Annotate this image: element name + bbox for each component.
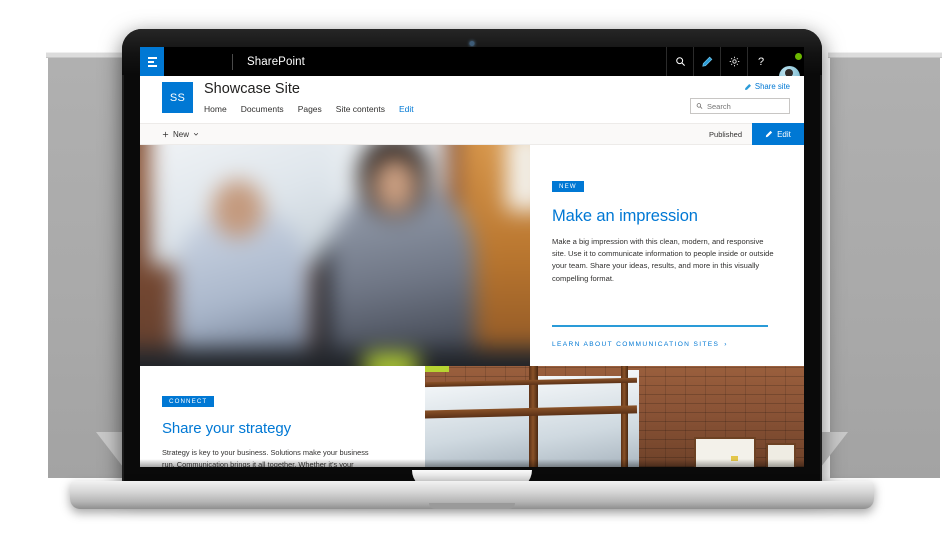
laptop-mockup-scene: SharePoint ? SS Showcase Site Home Docum…: [0, 0, 944, 553]
site-header: SS Showcase Site Home Documents Pages Si…: [140, 76, 804, 123]
new-button-label: New: [173, 129, 190, 139]
status-badge: Published: [709, 129, 742, 139]
webcam-icon: [469, 41, 475, 46]
hero-text-panel: NEW Make an impression Make a big impres…: [530, 145, 804, 366]
suite-brand-label[interactable]: SharePoint: [247, 56, 305, 68]
section-layer-green-accent: [425, 366, 449, 372]
share-icon: [744, 83, 751, 90]
share-site-label: Share site: [754, 82, 790, 91]
search-icon[interactable]: [666, 47, 693, 76]
page-title: Showcase Site: [204, 81, 300, 97]
site-title-block: Showcase Site Home Documents Pages Site …: [204, 81, 414, 114]
waffle-glyph: [147, 56, 157, 67]
hero-layer-paper: [506, 145, 530, 211]
command-bar: New Published Edit: [140, 123, 804, 145]
site-logo: SS: [162, 82, 193, 113]
hero-title: Make an impression: [552, 207, 698, 225]
section-badge: CONNECT: [162, 396, 215, 408]
nav-item-home[interactable]: Home: [204, 104, 227, 114]
new-button[interactable]: New: [162, 130, 199, 139]
site-navigation: Home Documents Pages Site contents Edit: [204, 104, 414, 114]
page-canvas: NEW Make an impression Make a big impres…: [140, 145, 804, 467]
hero-image[interactable]: [140, 145, 530, 366]
app-launcher-icon[interactable]: [140, 47, 164, 76]
suite-bar: SharePoint ?: [140, 47, 804, 87]
hero-body: Make a big impression with this clean, m…: [552, 237, 774, 283]
nav-item-documents[interactable]: Documents: [241, 104, 284, 114]
background-panel-right: [830, 58, 940, 478]
hero-cta-label: LEARN ABOUT COMMUNICATION SITES: [552, 341, 720, 348]
hero-layer-head-a: [212, 180, 264, 238]
suite-divider: [232, 53, 233, 70]
suite-actions: ?: [666, 47, 804, 87]
nav-item-edit[interactable]: Edit: [399, 104, 414, 114]
help-icon[interactable]: ?: [747, 47, 774, 76]
second-section: CONNECT Share your strategy Strategy is …: [140, 366, 804, 467]
section-layer-whiteboard: [694, 437, 756, 467]
chevron-right-icon: ›: [724, 341, 728, 348]
share-site-button[interactable]: Share site: [744, 82, 790, 91]
nav-item-pages[interactable]: Pages: [298, 104, 322, 114]
gear-icon[interactable]: [720, 47, 747, 76]
section-image[interactable]: [425, 366, 804, 467]
search-box[interactable]: [690, 98, 790, 114]
pencil-icon: [765, 130, 773, 138]
section-layer-glass-1: [425, 384, 531, 467]
edit-button-label: Edit: [777, 129, 791, 139]
plus-icon: [162, 131, 169, 137]
presence-badge: [794, 51, 803, 61]
section-layer-glass-2: [537, 376, 623, 467]
hero-divider: [552, 325, 768, 327]
section-title: Share your strategy: [162, 420, 291, 437]
laptop-base-notch: [429, 503, 515, 509]
section-layer-note: [731, 456, 738, 461]
hero-section: NEW Make an impression Make a big impres…: [140, 145, 804, 366]
hero-badge: NEW: [552, 181, 584, 193]
hero-layer-desk: [140, 348, 530, 366]
hero-cta-link[interactable]: LEARN ABOUT COMMUNICATION SITES ›: [552, 341, 728, 348]
hero-layer-accent: [365, 354, 417, 366]
hero-layer-face-c: [372, 157, 418, 213]
edit-button[interactable]: Edit: [752, 123, 804, 145]
section-layer-frame: [766, 443, 796, 467]
command-bar-right: Published Edit: [709, 123, 804, 145]
second-text-panel: CONNECT Share your strategy Strategy is …: [140, 366, 425, 467]
search-input[interactable]: [707, 101, 784, 111]
hero-image-blur-wrapper: [140, 145, 530, 366]
search-icon: [696, 103, 703, 109]
site-identity[interactable]: SS Showcase Site Home Documents Pages Si…: [162, 81, 414, 114]
chevron-down-icon: [193, 133, 199, 136]
laptop-screen: SharePoint ? SS Showcase Site Home Docum…: [140, 47, 804, 467]
section-body: Strategy is key to your business. Soluti…: [162, 448, 369, 467]
nav-item-site-contents[interactable]: Site contents: [336, 104, 385, 114]
pencil-icon[interactable]: [693, 47, 720, 76]
